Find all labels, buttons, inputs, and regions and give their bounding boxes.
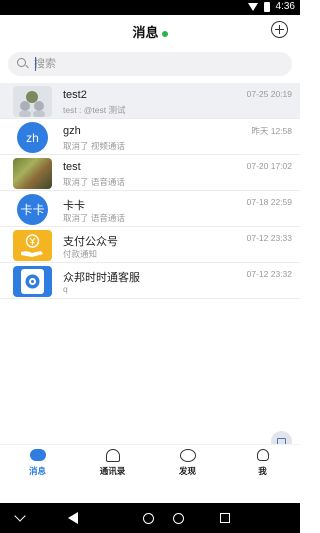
conversation-name: 众邦时时通客服 <box>63 272 140 284</box>
conversation-time: 07-25 20:19 <box>246 89 292 99</box>
conversation-name: 支付公众号 <box>63 236 118 248</box>
conversation-time: 07-12 23:32 <box>246 269 292 279</box>
conversation-time: 昨天 12:58 <box>251 126 292 136</box>
recents-icon[interactable] <box>220 513 230 523</box>
tab-contacts[interactable]: 通讯录 <box>75 445 150 477</box>
conversation-row-test2[interactable]: test2 test : @test 测试 07-25 20:19 <box>0 83 300 119</box>
payment-avatar <box>13 230 52 261</box>
conversation-preview: 取消了 视频通话 <box>63 141 125 151</box>
conversation-name: 卡卡 <box>63 200 85 212</box>
conversation-list: test2 test : @test 测试 07-25 20:19 zh gzh… <box>0 83 300 299</box>
page-title: 消息 <box>132 25 159 40</box>
conversation-time: 07-12 23:33 <box>246 233 292 243</box>
contacts-icon <box>105 449 120 462</box>
bottom-nav: 消息 通讯录 发现 我 <box>0 444 300 477</box>
back-icon[interactable] <box>68 512 78 524</box>
conversation-preview: 取消了 语音通话 <box>63 177 125 187</box>
status-bar: 4:36 <box>0 0 300 15</box>
photo-avatar <box>13 158 52 189</box>
online-status-dot <box>161 30 168 37</box>
yen-hand-icon <box>21 234 43 257</box>
status-icons: 4:36 <box>247 1 295 12</box>
conversation-preview: 付款通知 <box>63 249 98 259</box>
service-icon <box>21 269 44 294</box>
assistant-icon[interactable] <box>173 513 184 524</box>
conversation-row-service[interactable]: 众邦时时通客服 q 07-12 23:32 <box>0 263 300 299</box>
tab-messages[interactable]: 消息 <box>0 445 75 477</box>
conversation-time: 07-20 17:02 <box>246 161 292 171</box>
group-avatar <box>13 86 52 117</box>
tab-label: 我 <box>258 466 267 476</box>
chevron-down-icon[interactable] <box>14 510 26 522</box>
avatar-initials: 卡卡 <box>20 203 45 217</box>
battery-icon <box>263 1 270 12</box>
tab-me[interactable]: 我 <box>225 445 300 477</box>
chat-icon <box>29 449 46 461</box>
person-icon <box>256 449 269 461</box>
tab-label: 发现 <box>178 466 196 476</box>
avatar: 卡卡 <box>17 194 48 225</box>
status-time: 4:36 <box>275 1 295 12</box>
conversation-preview: test : @test 测试 <box>63 105 126 115</box>
system-nav-bar <box>0 503 300 533</box>
service-avatar <box>13 266 52 297</box>
home-icon[interactable] <box>143 513 154 524</box>
search-icon <box>17 58 26 67</box>
tab-label: 通讯录 <box>99 466 126 476</box>
conversation-row-gzh[interactable]: zh gzh 取消了 视频通话 昨天 12:58 <box>0 119 300 155</box>
conversation-row-kaka[interactable]: 卡卡 卡卡 取消了 语音通话 07-18 22:59 <box>0 191 300 227</box>
conversation-preview: q <box>63 284 68 294</box>
avatar-initials: zh <box>26 130 39 145</box>
app-header: 消息 <box>0 15 300 47</box>
conversation-row-payment[interactable]: 支付公众号 付款通知 07-12 23:33 <box>0 227 300 263</box>
page-title-wrap: 消息 <box>0 22 300 41</box>
tab-label: 消息 <box>28 466 46 476</box>
conversation-preview: 取消了 语音通话 <box>63 213 125 223</box>
conversation-name: gzh <box>63 125 81 137</box>
search-input[interactable] <box>34 56 274 72</box>
search-bar[interactable] <box>8 52 292 76</box>
text-caret <box>35 57 36 71</box>
conversation-name: test <box>63 161 81 173</box>
conversation-row-test[interactable]: test 取消了 语音通话 07-20 17:02 <box>0 155 300 191</box>
conversation-time: 07-18 22:59 <box>246 197 292 207</box>
planet-icon <box>179 449 196 462</box>
avatar: zh <box>17 122 48 153</box>
tab-discover[interactable]: 发现 <box>150 445 225 477</box>
add-plus-button[interactable] <box>271 21 288 38</box>
wifi-icon <box>247 2 258 11</box>
conversation-name: test2 <box>63 89 87 101</box>
